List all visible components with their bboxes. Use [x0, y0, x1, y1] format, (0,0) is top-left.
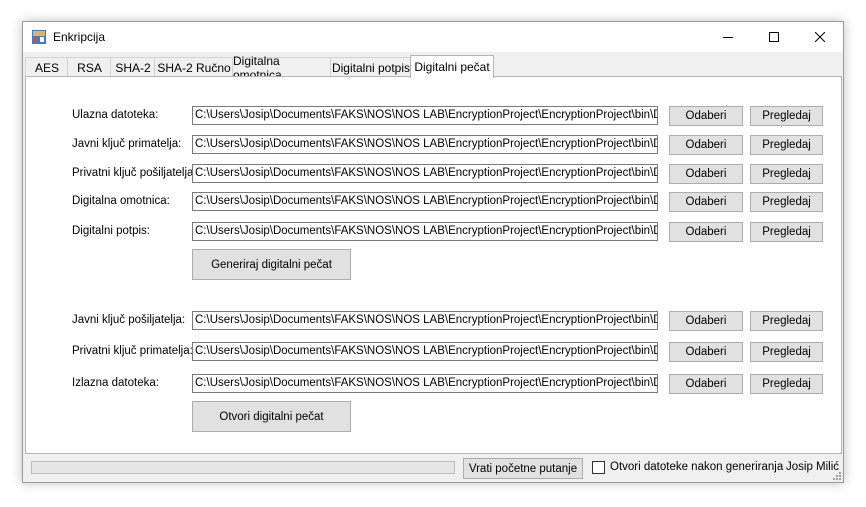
field-label: Ulazna datoteka:	[72, 109, 159, 121]
digital-envelope-field[interactable]: C:\Users\Josip\Documents\FAKS\NOS\NOS LA…	[192, 192, 658, 211]
reset-paths-button[interactable]: Vrati početne putanje	[463, 458, 583, 479]
tab-aes[interactable]: AES	[25, 57, 69, 77]
maximize-icon	[769, 32, 779, 42]
tab-rsa[interactable]: RSA	[67, 57, 112, 77]
tab-digitalna-omotnica[interactable]: Digitalna omotnica	[232, 54, 332, 82]
view-button[interactable]: Pregledaj	[750, 374, 823, 394]
browse-button[interactable]: Odaberi	[669, 342, 743, 362]
receiver-public-key-field[interactable]: C:\Users\Josip\Documents\FAKS\NOS\NOS LA…	[192, 135, 658, 154]
tab-panel: Ulazna datoteka: C:\Users\Josip\Document…	[25, 76, 842, 454]
tab-sha2[interactable]: SHA-2	[110, 57, 156, 77]
browse-button[interactable]: Odaberi	[669, 374, 743, 394]
browse-button[interactable]: Odaberi	[669, 135, 743, 155]
tab-digitalni-potpis[interactable]: Digitalni potpis	[330, 57, 412, 77]
close-button[interactable]	[797, 22, 843, 52]
generate-seal-button[interactable]: Generiraj digitalni pečat	[192, 249, 351, 280]
open-seal-button[interactable]: Otvori digitalni pečat	[192, 401, 351, 432]
minimize-icon	[723, 37, 733, 38]
sender-private-key-field[interactable]: C:\Users\Josip\Documents\FAKS\NOS\NOS LA…	[192, 164, 658, 183]
minimize-button[interactable]	[705, 22, 751, 52]
browse-button[interactable]: Odaberi	[669, 192, 743, 212]
checkbox-label: Otvori datoteke nakon generiranja	[610, 461, 784, 473]
title-bar: Enkripcija	[23, 22, 843, 52]
window-title: Enkripcija	[53, 30, 106, 44]
field-label: Digitalna omotnica:	[72, 195, 170, 207]
tab-strip: AES RSA SHA-2 SHA-2 Ručno Digitalna omot…	[25, 54, 841, 82]
browse-button[interactable]: Odaberi	[669, 164, 743, 184]
view-button[interactable]: Pregledaj	[750, 135, 823, 155]
browse-button[interactable]: Odaberi	[669, 106, 743, 126]
tab-digitalni-pecat[interactable]: Digitalni pečat	[410, 55, 494, 78]
sender-public-key-field[interactable]: C:\Users\Josip\Documents\FAKS\NOS\NOS LA…	[192, 311, 658, 330]
field-label: Javni ključ primatelja:	[72, 138, 182, 150]
view-button[interactable]: Pregledaj	[750, 342, 823, 362]
app-icon	[32, 30, 46, 44]
view-button[interactable]: Pregledaj	[750, 311, 823, 331]
input-file-field[interactable]: C:\Users\Josip\Documents\FAKS\NOS\NOS LA…	[192, 106, 658, 125]
app-window: Enkripcija AES RSA SHA-2 SHA-2 Ručno Dig…	[22, 21, 844, 483]
tab-sha2-rucno[interactable]: SHA-2 Ručno	[154, 57, 234, 77]
browse-button[interactable]: Odaberi	[669, 222, 743, 242]
browse-button[interactable]: Odaberi	[669, 311, 743, 331]
field-label: Javni ključ pošiljatelja:	[72, 314, 186, 326]
view-button[interactable]: Pregledaj	[750, 164, 823, 184]
maximize-button[interactable]	[751, 22, 797, 52]
field-label: Digitalni potpis:	[72, 225, 150, 237]
open-after-generate-checkbox[interactable]	[592, 461, 605, 474]
close-icon	[815, 32, 825, 42]
receiver-private-key-field[interactable]: C:\Users\Josip\Documents\FAKS\NOS\NOS LA…	[192, 342, 658, 361]
field-label: Privatni ključ primatelja:	[72, 345, 193, 357]
view-button[interactable]: Pregledaj	[750, 106, 823, 126]
field-label: Izlazna datoteka:	[72, 377, 159, 389]
view-button[interactable]: Pregledaj	[750, 222, 823, 242]
progress-bar	[31, 461, 455, 474]
resize-grip-icon[interactable]	[831, 470, 841, 480]
output-file-field[interactable]: C:\Users\Josip\Documents\FAKS\NOS\NOS LA…	[192, 374, 658, 393]
view-button[interactable]: Pregledaj	[750, 192, 823, 212]
digital-signature-field[interactable]: C:\Users\Josip\Documents\FAKS\NOS\NOS LA…	[192, 222, 658, 241]
field-label: Privatni ključ pošiljatelja:	[72, 167, 197, 179]
